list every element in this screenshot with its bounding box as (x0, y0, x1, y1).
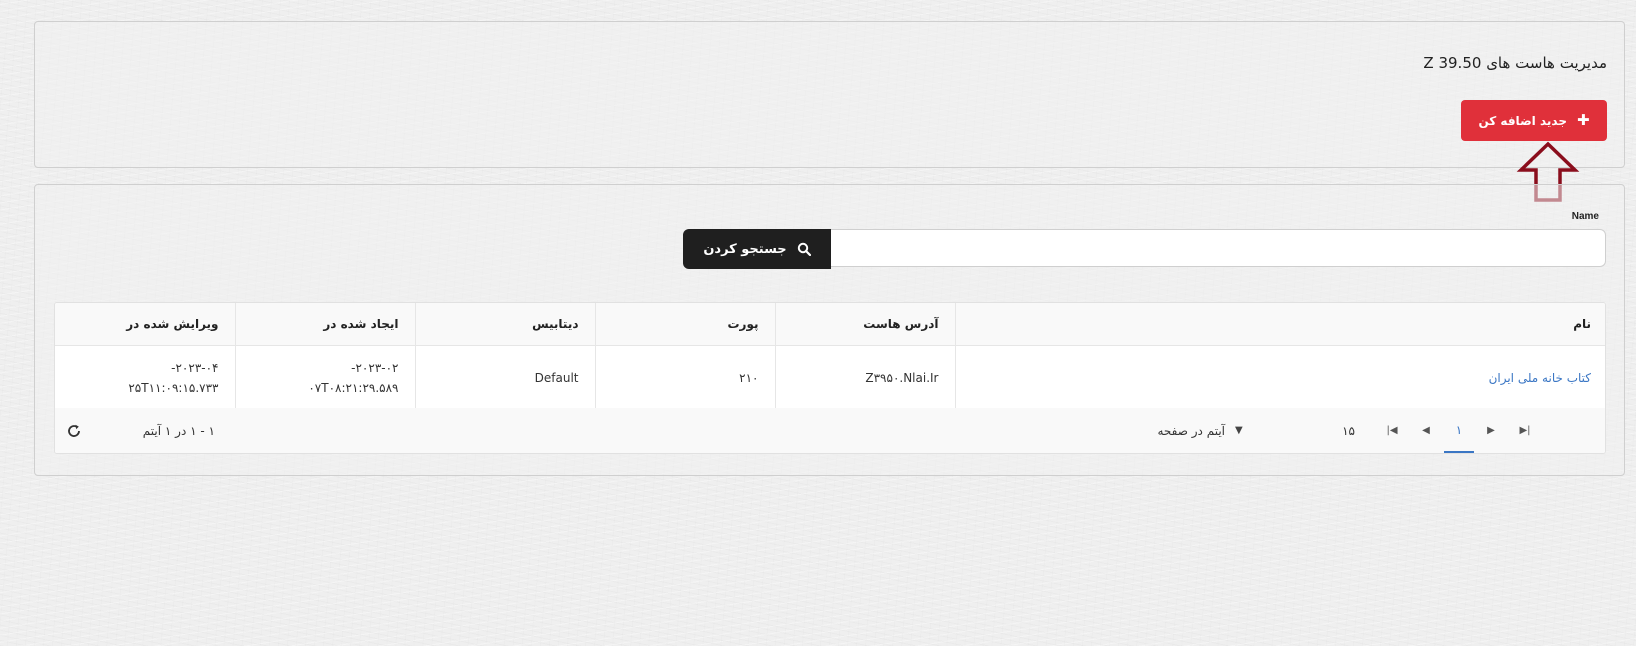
last-page-icon: |◀ (1386, 425, 1398, 436)
chevron-down-icon: ▼ (1235, 425, 1243, 436)
main-panel: Name جستجو کردن نام آدرس هاست پورت دیتاب… (34, 184, 1625, 476)
updated-date-line: ۲۰۲۳-۰۴- (171, 360, 219, 375)
table-header-row: نام آدرس هاست پورت دیتابیس ایجاد شده در … (55, 303, 1605, 346)
add-new-button[interactable]: ✚ جدید اضافه کن (1461, 100, 1607, 141)
column-header-host[interactable]: آدرس هاست (774, 303, 955, 346)
page-size-value: ۱۵ (1342, 423, 1355, 438)
next-page-icon: ◀ (1422, 425, 1430, 436)
first-page-icon: ▶| (1519, 425, 1531, 436)
created-time-line: ۰۷T۰۸:۲۱:۲۹.۵۸۹ (308, 380, 399, 395)
next-page-button[interactable]: ◀ (1411, 408, 1441, 453)
header-panel: مدیریت هاست های Z 39.50 ✚ جدید اضافه کن (34, 21, 1625, 168)
search-button[interactable]: جستجو کردن (683, 229, 831, 269)
hosts-table: نام آدرس هاست پورت دیتابیس ایجاد شده در … (55, 303, 1605, 410)
cell-name: کتاب خانه ملی ایران (954, 345, 1605, 410)
column-header-created[interactable]: ایجاد شده در (234, 303, 415, 346)
search-button-label: جستجو کردن (703, 241, 787, 257)
name-search-input[interactable] (829, 229, 1606, 267)
cell-host: Z۳۹۵۰.Nlai.Ir (774, 345, 955, 410)
items-per-page-label: آیتم در صفحه (1157, 423, 1226, 438)
add-new-button-label: جدید اضافه کن (1478, 113, 1567, 128)
prev-page-icon: ▶ (1487, 425, 1495, 436)
pager-summary: ۱ - ۱ در ۱ آیتم (142, 423, 215, 438)
created-date-line: ۲۰۲۳-۰۲- (351, 360, 399, 375)
column-header-name[interactable]: نام (954, 303, 1605, 346)
page-size-select[interactable]: ▼ ۱۵ (1235, 408, 1355, 453)
cell-port: ۲۱۰ (594, 345, 775, 410)
first-page-button[interactable]: ▶| (1510, 408, 1540, 453)
host-name-link[interactable]: کتاب خانه ملی ایران (1489, 371, 1591, 385)
updated-time-line: ۲۵T۱۱:۰۹:۱۵.۷۳۳ (128, 380, 219, 395)
plus-icon: ✚ (1576, 111, 1590, 129)
column-header-port[interactable]: پورت (594, 303, 775, 346)
column-header-database[interactable]: دیتابیس (414, 303, 595, 346)
prev-page-button[interactable]: ▶ (1476, 408, 1506, 453)
page-title: مدیریت هاست های Z 39.50 (1423, 54, 1607, 72)
last-page-button[interactable]: |◀ (1377, 408, 1407, 453)
page-number-button[interactable]: ۱ (1444, 408, 1474, 453)
column-header-updated[interactable]: ویرایش شده در (55, 303, 235, 346)
search-icon (797, 242, 811, 256)
cell-database: Default (414, 345, 595, 410)
pager: ▶| ▶ ۱ ◀ |◀ ▼ ۱۵ آیتم در صفحه ۱ - ۱ در ۱… (55, 408, 1605, 453)
refresh-button[interactable] (59, 408, 89, 453)
cell-created: ۲۰۲۳-۰۲- ۰۷T۰۸:۲۱:۲۹.۵۸۹ (234, 345, 415, 410)
cell-updated: ۲۰۲۳-۰۴- ۲۵T۱۱:۰۹:۱۵.۷۳۳ (55, 345, 235, 410)
hosts-grid: نام آدرس هاست پورت دیتابیس ایجاد شده در … (54, 302, 1606, 454)
name-field-label: Name (1571, 211, 1599, 222)
refresh-icon (68, 424, 80, 437)
table-row: کتاب خانه ملی ایران Z۳۹۵۰.Nlai.Ir ۲۱۰ De… (55, 345, 1605, 410)
